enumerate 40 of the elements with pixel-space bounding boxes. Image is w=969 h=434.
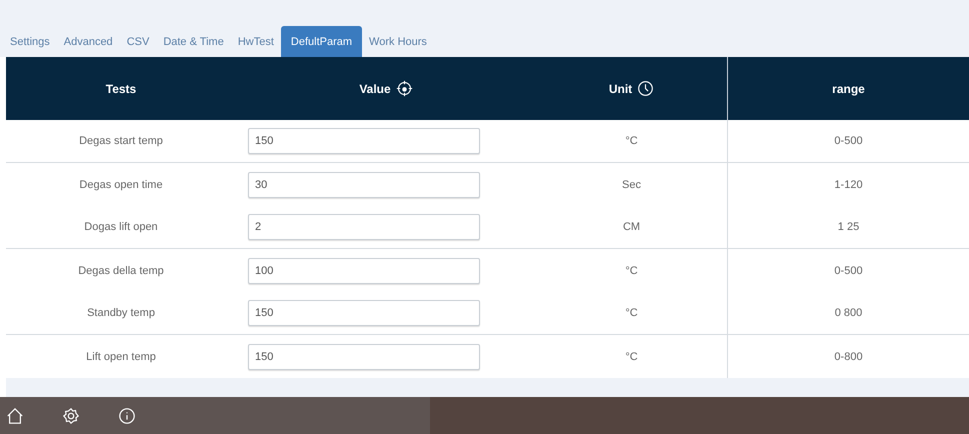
- tab[interactable]: Work Hours: [362, 26, 434, 57]
- input-field[interactable]: 100: [248, 258, 480, 284]
- table-cell: °C: [625, 135, 638, 147]
- table-cell: CM: [622, 221, 640, 233]
- input-field[interactable]: 30: [248, 172, 480, 198]
- settings-icon[interactable]: [62, 406, 80, 424]
- input-field[interactable]: 150: [248, 344, 480, 370]
- table-cell: Degas open time: [79, 178, 163, 190]
- tab[interactable]: Advanced: [56, 26, 120, 57]
- table-cell: °C: [625, 350, 638, 362]
- tab[interactable]: Date & Time: [156, 26, 231, 57]
- clock-icon: [637, 80, 654, 97]
- table-cell: Lift open temp: [86, 350, 156, 362]
- tab[interactable]: CSV: [120, 26, 156, 57]
- tab[interactable]: Settings: [6, 26, 57, 57]
- table-cell: 0-800: [834, 350, 863, 362]
- column-header: Unit: [608, 82, 632, 96]
- column-header: Tests: [106, 82, 136, 96]
- table-cell: 0 800: [834, 307, 862, 319]
- tab[interactable]: HwTest: [230, 26, 281, 57]
- table-cell: 1 25: [838, 221, 860, 233]
- table-cell: Standby temp: [87, 307, 155, 319]
- tab[interactable]: DefultParam: [280, 26, 362, 57]
- info-icon[interactable]: [118, 406, 136, 424]
- input-field[interactable]: 150: [248, 128, 480, 154]
- input-field[interactable]: 2: [248, 214, 480, 240]
- table-cell: 0-500: [834, 264, 863, 276]
- column-header: Value: [359, 82, 391, 96]
- home-icon[interactable]: [6, 406, 24, 424]
- table-cell: Degas della temp: [78, 264, 164, 276]
- table-cell: Sec: [622, 178, 641, 190]
- input-field[interactable]: 150: [248, 300, 480, 326]
- table-cell: 0-500: [834, 135, 863, 147]
- table-cell: °C: [625, 264, 638, 276]
- table-cell: Degas start temp: [79, 135, 163, 147]
- column-header: range: [832, 82, 865, 96]
- target-icon: [396, 80, 413, 97]
- table-cell: Dogas lift open: [84, 221, 158, 233]
- table-cell: 1-120: [834, 178, 863, 190]
- table-cell: °C: [625, 307, 638, 319]
